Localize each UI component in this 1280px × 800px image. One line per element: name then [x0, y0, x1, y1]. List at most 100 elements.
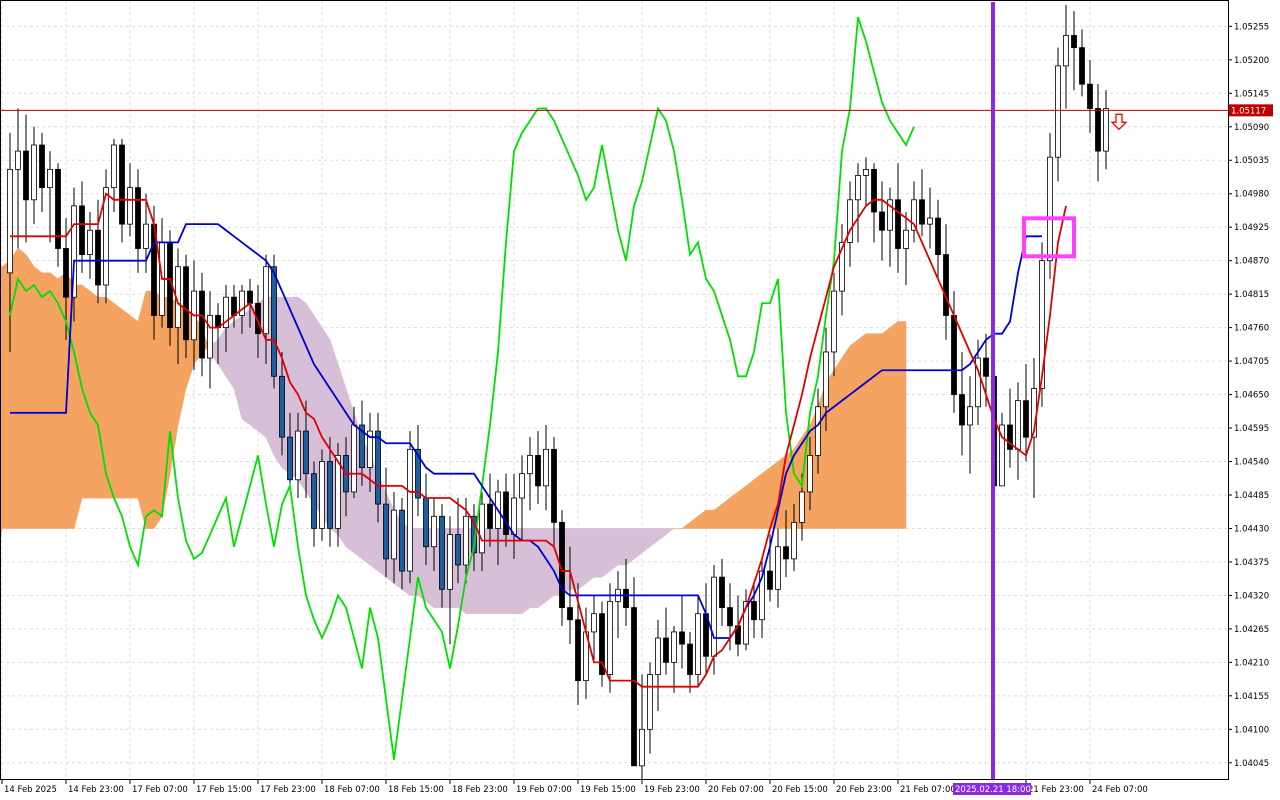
y-tick-label: 1.05200	[1234, 56, 1269, 66]
x-tick-label: 18 Feb 07:00	[324, 785, 380, 795]
candle-body	[895, 199, 901, 249]
cloud-segment	[569, 528, 579, 590]
candle-body	[447, 534, 453, 590]
cloud-segment	[737, 485, 747, 529]
y-tick-label: 1.04980	[1234, 190, 1269, 200]
candle-body	[775, 546, 781, 590]
y-tick-label: 1.05035	[1234, 156, 1269, 166]
candle-body	[143, 223, 149, 249]
candle-body	[1071, 35, 1077, 49]
candle-body	[511, 497, 517, 535]
price-chart[interactable]: 1.05255 1.05200 1.05145 1.05090 1.05035 1.049…	[0, 0, 1280, 800]
y-tick-label: 1.04870	[1234, 257, 1269, 267]
candle-body	[591, 613, 597, 633]
x-tick-label: 19 Feb 07:00	[516, 785, 572, 795]
cloud-segment	[897, 321, 907, 529]
x-tick-label: 18 Feb 15:00	[388, 785, 444, 795]
x-tick-label: 21 Feb 07:00	[900, 785, 956, 795]
candle-body	[199, 290, 205, 359]
candle-body	[295, 430, 301, 481]
candle-body	[47, 168, 53, 189]
candle-body	[983, 357, 989, 377]
candle-body	[63, 248, 69, 298]
x-tick-label: 20 Feb 07:00	[708, 785, 764, 795]
candle-body	[87, 229, 93, 255]
candle-body	[423, 497, 429, 548]
candle-body	[687, 643, 693, 675]
candle-body	[1055, 65, 1061, 158]
candle-body	[383, 503, 389, 560]
x-tick-label: 18 Feb 23:00	[452, 785, 508, 795]
candle-body	[903, 229, 909, 249]
cloud-segment	[153, 290, 163, 530]
candle-body	[879, 211, 885, 231]
y-tick-label: 1.04760	[1234, 324, 1269, 334]
cloud-segment	[753, 473, 763, 529]
cloud-segment	[585, 528, 595, 584]
candle-body	[575, 619, 581, 682]
cloud-segment	[729, 491, 739, 529]
candle-body	[519, 473, 525, 499]
cloud-segment	[9, 247, 19, 529]
cloud-segment	[705, 509, 715, 529]
y-tick-label: 1.04155	[1234, 692, 1269, 702]
y-tick-label: 1.04815	[1234, 290, 1269, 300]
cloud-segment	[617, 528, 627, 566]
candle-body	[455, 534, 461, 566]
chart-background	[0, 0, 1280, 800]
x-tick-label: 20 Feb 23:00	[836, 785, 892, 795]
candle-body	[767, 570, 773, 590]
candle-body	[279, 375, 285, 438]
candle-body	[919, 199, 925, 225]
x-tick-label: 17 Feb 07:00	[132, 785, 188, 795]
x-tick-label: 20 Feb 15:00	[772, 785, 828, 795]
candle-body	[719, 576, 725, 608]
x-tick-label: 21 Feb 23:00	[1028, 785, 1084, 795]
y-tick-label: 1.04265	[1234, 625, 1269, 635]
candle-body	[351, 424, 357, 493]
cloud-segment	[89, 290, 99, 499]
candle-body	[639, 728, 645, 767]
candle-body	[631, 607, 637, 767]
candle-body	[543, 448, 549, 487]
candle-body	[1079, 47, 1085, 85]
candle-body	[943, 254, 949, 316]
y-tick-label: 1.04045	[1234, 759, 1269, 769]
cloud-segment	[145, 290, 155, 529]
candle-body	[935, 217, 941, 255]
candle-body	[431, 515, 437, 548]
cloud-segment	[833, 357, 843, 529]
highlight-time-label: 2025.02.21 18:00	[953, 783, 1031, 795]
candle-body	[815, 406, 821, 456]
candle-body	[647, 674, 653, 730]
highlight-time-value: 2025.02.21 18:00	[955, 785, 1031, 795]
candle-body	[967, 406, 973, 426]
candle-body	[799, 491, 805, 523]
y-tick-label: 1.04375	[1234, 558, 1269, 568]
y-tick-label: 1.05145	[1234, 89, 1269, 99]
candle-body	[111, 144, 117, 189]
candle-body	[551, 448, 557, 523]
candle-body	[959, 394, 965, 426]
x-tick-label: 19 Feb 15:00	[580, 785, 636, 795]
candle-body	[951, 315, 957, 395]
candle-body	[1063, 35, 1069, 67]
candle-body	[679, 631, 685, 645]
candle-body	[807, 455, 813, 493]
cloud-segment	[225, 320, 235, 390]
candle-body	[463, 515, 469, 566]
candle-body	[487, 503, 493, 529]
cloud-segment	[577, 528, 587, 590]
y-tick-label: 1.04925	[1234, 223, 1269, 233]
y-tick-label: 1.04650	[1234, 391, 1269, 401]
candle-body	[671, 631, 677, 663]
cloud-segment	[129, 314, 139, 499]
cloud-segment	[849, 339, 859, 529]
candle-body	[399, 509, 405, 572]
candle-body	[927, 217, 933, 225]
cloud-segment	[41, 272, 51, 529]
candle-body	[623, 588, 629, 608]
candle-body	[303, 430, 309, 475]
cloud-segment	[857, 333, 867, 529]
candle-body	[695, 613, 701, 675]
